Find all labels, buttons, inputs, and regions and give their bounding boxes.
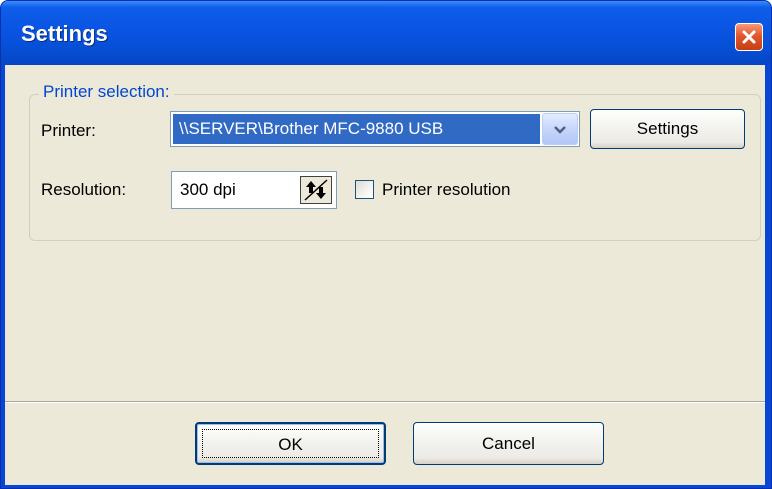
printer-selection-legend: Printer selection:	[39, 81, 174, 103]
ok-button[interactable]: OK	[195, 422, 386, 465]
close-icon	[742, 30, 756, 44]
printer-resolution-label[interactable]: Printer resolution	[382, 179, 511, 201]
ok-label: OK	[278, 435, 303, 454]
resolution-label: Resolution:	[41, 180, 127, 199]
printer-label: Printer:	[41, 121, 96, 140]
chevron-down-icon	[554, 126, 566, 134]
resolution-field[interactable]: 300 dpi	[171, 171, 337, 209]
close-button[interactable]	[735, 23, 763, 51]
resolution-value: 300 dpi	[180, 180, 236, 199]
dialog-title: Settings	[21, 21, 108, 46]
spinner-arrows-icon	[304, 179, 328, 201]
printer-settings-button[interactable]: Settings	[590, 109, 745, 149]
printer-dropdown-button[interactable]	[542, 113, 578, 145]
dialog-body: Printer selection: Printer: \\SERVER\Bro…	[5, 65, 765, 485]
cancel-button[interactable]: Cancel	[413, 422, 604, 465]
printer-resolution-checkbox[interactable]	[355, 180, 374, 199]
printer-select[interactable]: \\SERVER\Brother MFC-9880 USB	[170, 111, 580, 147]
title-bar[interactable]: Settings	[1, 1, 771, 65]
footer-divider	[5, 401, 765, 403]
settings-dialog: Settings Printer selection: Printer: \\S…	[0, 0, 772, 489]
resolution-spinner-button[interactable]	[300, 176, 332, 204]
printer-select-value: \\SERVER\Brother MFC-9880 USB	[173, 114, 540, 144]
